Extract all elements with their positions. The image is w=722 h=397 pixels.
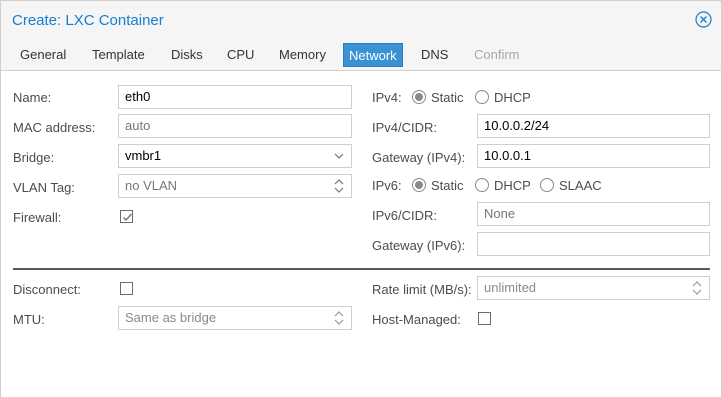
firewall-checkbox[interactable] <box>120 210 133 223</box>
tab-bar: General Template Disks CPU Memory Networ… <box>0 38 722 71</box>
vlan-tag-spinner[interactable]: no VLAN <box>118 174 352 198</box>
mtu-placeholder: Same as bridge <box>125 310 217 325</box>
rate-limit-placeholder: unlimited <box>484 280 537 295</box>
ipv4-cidr-label: IPv4/CIDR: <box>372 120 438 135</box>
ipv4-cidr-input[interactable]: 10.0.0.2/24 <box>477 114 710 138</box>
window-titlebar: Create: LXC Container <box>0 0 722 38</box>
host-managed-label: Host-Managed: <box>372 312 461 327</box>
ipv6-cidr-input[interactable]: None <box>477 202 710 226</box>
close-icon[interactable] <box>695 11 712 28</box>
bridge-value: vmbr1 <box>125 148 162 163</box>
bridge-select[interactable]: vmbr1 <box>118 144 352 168</box>
mac-address-input[interactable]: auto <box>118 114 352 138</box>
ipv4-static-label: Static <box>431 90 464 105</box>
ipv6-static-label: Static <box>431 178 464 193</box>
tab-network[interactable]: Network <box>343 43 403 67</box>
tab-disks[interactable]: Disks <box>166 43 208 67</box>
spinner-arrows-icon[interactable] <box>332 175 346 197</box>
window-title: Create: LXC Container <box>12 12 164 29</box>
mtu-spinner[interactable]: Same as bridge <box>118 306 352 330</box>
gateway-ipv4-label: Gateway (IPv4): <box>372 150 466 165</box>
gateway-ipv4-value: 10.0.0.1 <box>484 148 531 163</box>
host-managed-checkbox[interactable] <box>478 312 491 325</box>
tab-template[interactable]: Template <box>87 43 150 67</box>
disconnect-label: Disconnect: <box>13 282 81 297</box>
firewall-label: Firewall: <box>13 210 62 225</box>
mac-address-placeholder: auto <box>125 118 151 133</box>
check-icon <box>123 213 132 221</box>
name-value: eth0 <box>125 89 151 104</box>
advanced-separator <box>13 268 710 270</box>
ipv4-dhcp-radio[interactable] <box>475 90 489 104</box>
ipv4-static-radio[interactable] <box>412 90 426 104</box>
gateway-ipv6-input[interactable] <box>477 232 710 256</box>
mtu-label: MTU: <box>13 312 45 327</box>
ipv6-slaac-label: SLAAC <box>559 178 602 193</box>
ipv6-cidr-placeholder: None <box>484 206 516 221</box>
mac-address-label: MAC address: <box>13 120 96 135</box>
tab-cpu[interactable]: CPU <box>222 43 259 67</box>
name-label: Name: <box>13 90 52 105</box>
tab-dns[interactable]: DNS <box>416 43 453 67</box>
network-form: Name: eth0 MAC address: auto Bridge: vmb… <box>0 71 722 397</box>
rate-limit-label: Rate limit (MB/s): <box>372 282 472 297</box>
name-input[interactable]: eth0 <box>118 85 352 109</box>
ipv6-static-radio[interactable] <box>412 178 426 192</box>
ipv6-dhcp-label: DHCP <box>494 178 531 193</box>
vlan-tag-placeholder: no VLAN <box>125 178 178 193</box>
tab-memory[interactable]: Memory <box>274 43 331 67</box>
chevron-down-icon[interactable] <box>332 145 346 167</box>
disconnect-checkbox[interactable] <box>120 282 133 295</box>
rate-limit-spinner[interactable]: unlimited <box>477 276 710 300</box>
gateway-ipv4-input[interactable]: 10.0.0.1 <box>477 144 710 168</box>
ipv6-cidr-label: IPv6/CIDR: <box>372 208 438 223</box>
ipv6-label: IPv6: <box>372 178 402 193</box>
ipv4-label: IPv4: <box>372 90 402 105</box>
spinner-arrows-icon[interactable] <box>332 307 346 329</box>
tab-confirm: Confirm <box>474 47 520 62</box>
ipv6-dhcp-radio[interactable] <box>475 178 489 192</box>
ipv4-cidr-value: 10.0.0.2/24 <box>484 118 550 133</box>
spinner-arrows-icon[interactable] <box>690 277 704 299</box>
ipv4-dhcp-label: DHCP <box>494 90 531 105</box>
vlan-tag-label: VLAN Tag: <box>13 180 75 195</box>
ipv6-slaac-radio[interactable] <box>540 178 554 192</box>
tab-general[interactable]: General <box>15 43 71 67</box>
gateway-ipv6-label: Gateway (IPv6): <box>372 238 466 253</box>
bridge-label: Bridge: <box>13 150 55 165</box>
